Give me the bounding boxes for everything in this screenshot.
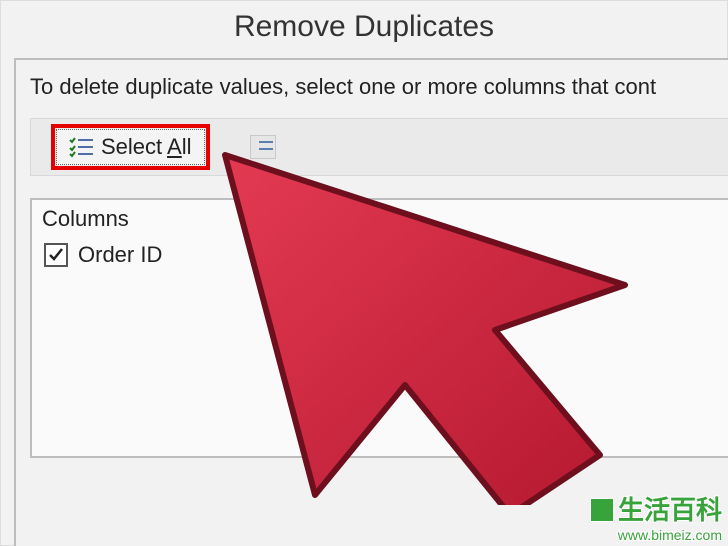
instruction-text: To delete duplicate values, select one o… [30, 74, 728, 100]
select-all-highlight: Select All [51, 124, 210, 170]
column-row[interactable]: Order ID [42, 240, 728, 270]
watermark-url: www.bimeiz.com [590, 528, 722, 542]
watermark-cn: 生活百科 [590, 497, 722, 523]
select-all-icon [69, 136, 93, 158]
columns-header: Columns [42, 206, 728, 232]
dialog-body: To delete duplicate values, select one o… [14, 58, 728, 546]
dialog-title: Remove Duplicates [0, 10, 728, 44]
select-all-label-suffix: ll [182, 134, 192, 159]
select-all-label-hotkey: A [167, 134, 182, 159]
columns-list: Columns Order ID [30, 198, 728, 458]
select-all-label-prefix: Select [101, 134, 167, 159]
unselect-all-icon[interactable] [250, 135, 276, 159]
select-all-label: Select All [101, 134, 192, 160]
select-all-button[interactable]: Select All [56, 129, 205, 165]
remove-duplicates-dialog: Remove Duplicates To delete duplicate va… [0, 0, 728, 546]
button-toolbar: Select All [30, 118, 728, 176]
watermark-square-icon [590, 498, 614, 522]
column-checkbox[interactable] [44, 243, 68, 267]
column-label: Order ID [78, 242, 162, 268]
watermark-cn-text: 生活百科 [618, 497, 722, 523]
watermark: 生活百科 www.bimeiz.com [590, 497, 722, 542]
